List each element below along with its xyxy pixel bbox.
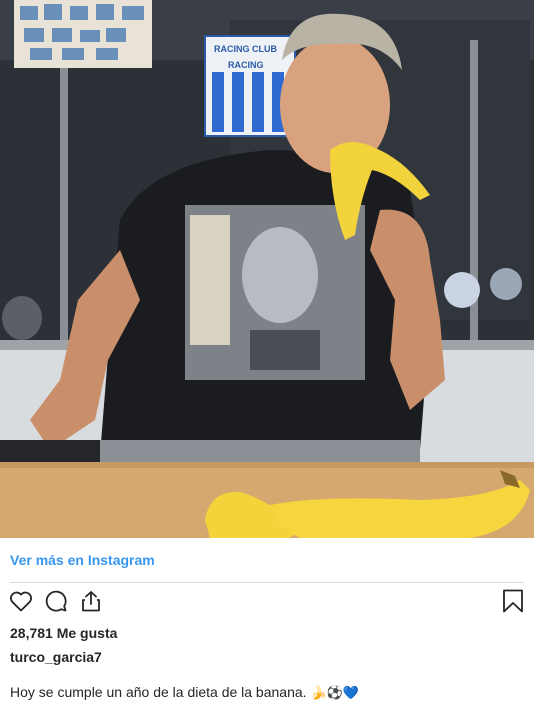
banner-text-top: RACING CLUB: [214, 44, 277, 54]
bookmark-icon: [503, 589, 523, 613]
photo-illustration: RACING CLUB RACING: [0, 0, 534, 538]
post-photo[interactable]: RACING CLUB RACING: [0, 0, 534, 538]
like-count[interactable]: 28,781 Me gusta: [10, 625, 117, 641]
caption-text: Hoy se cumple un año de la dieta de la b…: [10, 684, 307, 700]
view-more-on-instagram-link[interactable]: Ver más en Instagram: [10, 552, 155, 568]
caption-emojis: 🍌⚽💙: [310, 686, 359, 701]
save-button[interactable]: [500, 588, 526, 614]
share-button[interactable]: [78, 588, 104, 614]
comment-button[interactable]: [43, 588, 69, 614]
instagram-embed: RACING CLUB RACING Ver más en Instagram …: [0, 0, 534, 703]
banner-text-mid: RACING: [228, 60, 264, 70]
action-bar: [8, 588, 526, 616]
divider: [10, 582, 524, 583]
share-icon: [82, 591, 100, 612]
like-button[interactable]: [8, 588, 34, 614]
heart-icon: [10, 591, 32, 612]
comment-icon: [45, 590, 67, 612]
post-username[interactable]: turco_garcia7: [10, 649, 102, 665]
post-caption: Hoy se cumple un año de la dieta de la b…: [10, 684, 359, 701]
